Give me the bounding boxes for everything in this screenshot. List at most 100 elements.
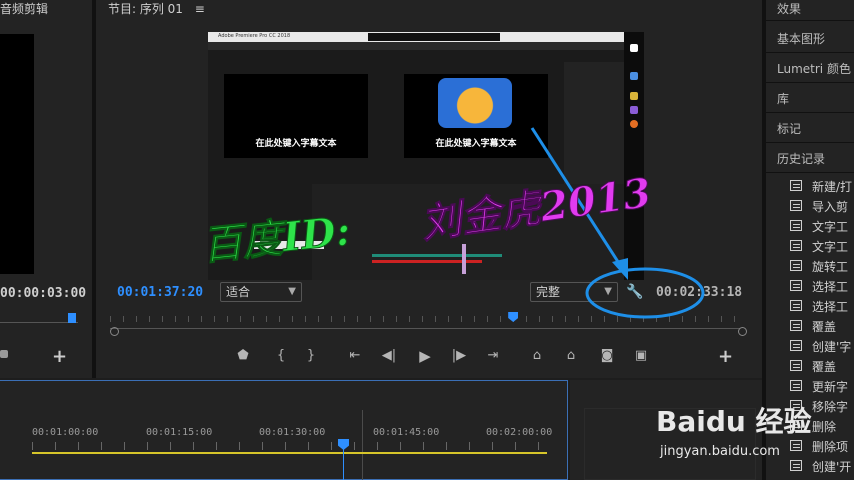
- history-item[interactable]: 新建/打: [766, 176, 854, 196]
- mark-in-icon[interactable]: {: [270, 346, 292, 366]
- playback-resolution-dropdown[interactable]: 完整 ▼: [530, 282, 618, 302]
- history-item-label: 选择工: [812, 280, 849, 294]
- go-to-in-icon[interactable]: ⇤: [344, 346, 366, 366]
- cat-thumbnail: [438, 78, 512, 128]
- taskbar-app-icon: [630, 106, 638, 114]
- zoom-fit-dropdown[interactable]: 适合 ▼: [220, 282, 302, 302]
- history-step-icon: [790, 340, 802, 351]
- extract-icon[interactable]: ⌂: [560, 346, 582, 366]
- ruler-label: 00:01:00:00: [32, 427, 99, 438]
- program-title-text: 节目: 序列 01: [108, 2, 183, 16]
- separator: [766, 172, 854, 173]
- embedded-clip-bar: [462, 244, 466, 274]
- history-item[interactable]: 覆盖: [766, 316, 854, 336]
- tab-essential-graphics[interactable]: 基本图形: [777, 30, 825, 47]
- baidu-logo: Baidu 经验: [656, 405, 812, 438]
- playback-resolution-value: 完整: [536, 285, 561, 299]
- embedded-taskbar: [624, 32, 644, 280]
- zoom-handle-left[interactable]: [110, 327, 119, 336]
- add-marker-icon[interactable]: ⬟: [232, 346, 254, 366]
- history-step-icon: [790, 240, 802, 251]
- history-item[interactable]: 文字工: [766, 236, 854, 256]
- history-item[interactable]: 旋转工: [766, 256, 854, 276]
- program-time-ruler[interactable]: [110, 312, 740, 330]
- source-scrubber[interactable]: [0, 313, 78, 323]
- timeline-panel: 00:01:00:00 00:01:15:00 00:01:30:00 00:0…: [0, 380, 568, 480]
- wrench-icon[interactable]: 🔧: [626, 284, 643, 300]
- tab-history[interactable]: 历史记录: [777, 150, 825, 167]
- ruler-ticks: [110, 316, 740, 322]
- hamburger-icon[interactable]: ≡: [195, 2, 205, 16]
- embedded-recorder-bar: [368, 33, 500, 41]
- go-to-out-icon[interactable]: ⇥: [482, 346, 504, 366]
- source-add-button[interactable]: +: [52, 346, 67, 367]
- history-step-icon: [790, 320, 802, 331]
- tab-effects[interactable]: 效果: [777, 0, 801, 17]
- transport-controls: ⬟ { } ⇤ ◀| ▶ |▶ ⇥ ⌂ ⌂ ◙ ▣: [228, 346, 768, 366]
- history-item-label: 导入剪: [812, 200, 849, 214]
- chevron-down-icon: ▼: [288, 286, 296, 297]
- tab-markers[interactable]: 标记: [777, 120, 801, 137]
- history-item-label: 旋转工: [812, 260, 849, 274]
- work-area-bar[interactable]: [32, 452, 547, 454]
- tab-libraries[interactable]: 库: [777, 90, 789, 107]
- current-timecode[interactable]: 00:01:37:20: [117, 285, 203, 300]
- ruler-label: 00:02:00:00: [486, 427, 553, 438]
- history-step-icon: [790, 260, 802, 271]
- program-monitor-panel: 节目: 序列 01 ≡ Adobe Premiere Pro CC 2018 在…: [96, 0, 762, 378]
- ruler-label: 00:01:15:00: [146, 427, 213, 438]
- history-item[interactable]: 文字工: [766, 216, 854, 236]
- playhead-line: [343, 448, 344, 480]
- ruler-label: 00:01:30:00: [259, 427, 326, 438]
- comparison-view-icon[interactable]: ▣: [630, 346, 652, 366]
- embedded-title-bar: Adobe Premiere Pro CC 2018: [208, 32, 628, 42]
- separator: [766, 52, 854, 53]
- program-add-button[interactable]: +: [718, 346, 733, 367]
- duration-timecode: 00:02:33:18: [656, 285, 743, 300]
- program-panel-title[interactable]: 节目: 序列 01 ≡: [108, 0, 205, 20]
- history-item[interactable]: 导入剪: [766, 196, 854, 216]
- history-item[interactable]: 覆盖: [766, 356, 854, 376]
- embedded-source-monitor: 在此处键入字幕文本: [224, 74, 368, 158]
- source-video-area: [0, 34, 34, 274]
- history-item-label: 覆盖: [812, 320, 837, 334]
- timeline-ruler[interactable]: [32, 442, 547, 450]
- history-step-icon: [790, 280, 802, 291]
- history-step-icon: [790, 300, 802, 311]
- export-frame-icon[interactable]: ◙: [596, 346, 618, 366]
- embedded-caption-left: 在此处键入字幕文本: [255, 139, 337, 149]
- history-item[interactable]: 创建'字: [766, 336, 854, 356]
- history-item-label: 覆盖: [812, 360, 837, 374]
- embedded-menu-bar: [208, 42, 624, 50]
- history-item-label: 新建/打: [812, 180, 853, 194]
- mark-out-icon[interactable]: }: [300, 346, 322, 366]
- separator: [766, 82, 854, 83]
- separator: [766, 112, 854, 113]
- zoom-fit-value: 适合: [226, 285, 251, 299]
- history-item[interactable]: 选择工: [766, 276, 854, 296]
- source-panel-title[interactable]: 音频剪辑: [0, 0, 48, 20]
- step-forward-icon[interactable]: |▶: [448, 346, 470, 366]
- source-timecode[interactable]: 00:00:03:00: [0, 286, 86, 301]
- zoom-handle-right[interactable]: [738, 327, 747, 336]
- source-monitor-panel: 音频剪辑 00:00:03:00 +: [0, 0, 92, 378]
- folder-icon: [630, 92, 638, 100]
- camera-icon[interactable]: [0, 350, 8, 358]
- history-step-icon: [790, 360, 802, 371]
- history-item-label: 文字工: [812, 240, 849, 254]
- baidu-jingyan-watermark: Baidu 经验 jingyan.baidu.com: [648, 390, 854, 470]
- history-step-icon: [790, 200, 802, 211]
- history-item[interactable]: 选择工: [766, 296, 854, 316]
- taskbar-app-icon: [630, 72, 638, 80]
- ruler-baseline: [110, 328, 740, 329]
- tab-lumetri-color[interactable]: Lumetri 颜色: [777, 60, 851, 77]
- history-item-label: 选择工: [812, 300, 849, 314]
- lift-icon[interactable]: ⌂: [526, 346, 548, 366]
- separator: [766, 20, 854, 21]
- step-back-icon[interactable]: ◀|: [378, 346, 400, 366]
- embedded-caption-right: 在此处键入字幕文本: [435, 139, 517, 149]
- chevron-down-icon: ▼: [604, 286, 612, 297]
- taskbar-app-icon: [630, 120, 638, 128]
- ruler-label: 00:01:45:00: [373, 427, 440, 438]
- play-icon[interactable]: ▶: [414, 346, 436, 366]
